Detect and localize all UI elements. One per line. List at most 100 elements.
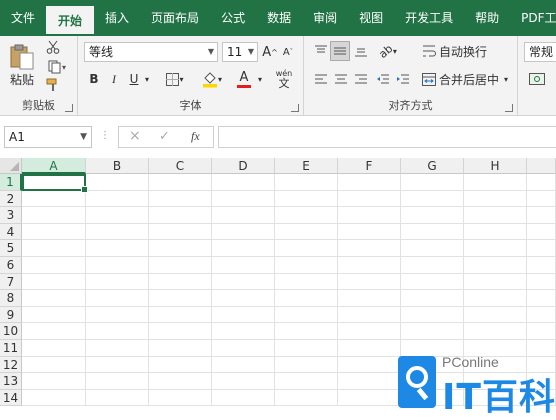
grid-cell[interactable]: [401, 240, 464, 257]
align-center-button[interactable]: [332, 70, 350, 88]
name-box[interactable]: A1 ▼: [4, 126, 92, 148]
decrease-indent-button[interactable]: [374, 70, 392, 88]
grid-cell[interactable]: [86, 356, 149, 374]
copy-button[interactable]: ▾: [44, 58, 70, 76]
row-header[interactable]: 8: [0, 290, 22, 307]
grid-cell[interactable]: [275, 356, 338, 374]
align-right-button[interactable]: [352, 70, 370, 88]
grid-cell[interactable]: [212, 257, 275, 274]
align-top-button[interactable]: [312, 42, 330, 60]
tab-page-layout[interactable]: 页面布局: [140, 0, 210, 36]
grid-cell[interactable]: [401, 323, 464, 340]
grid-cell[interactable]: [464, 174, 527, 191]
grid-cell[interactable]: [22, 373, 86, 390]
grid-cell[interactable]: [86, 273, 149, 291]
grid-cell[interactable]: [86, 190, 149, 208]
row-header[interactable]: 9: [0, 306, 22, 324]
grid-cell[interactable]: [86, 389, 149, 407]
cancel-icon[interactable]: ×: [129, 128, 141, 144]
grid-cell[interactable]: [527, 323, 556, 340]
grid-cell[interactable]: [212, 306, 275, 324]
tab-developer[interactable]: 开发工具: [394, 0, 464, 36]
grid-cell[interactable]: [22, 340, 86, 357]
grid-cell[interactable]: [86, 290, 149, 307]
grid-cell[interactable]: [149, 240, 212, 257]
grid-cell[interactable]: [464, 257, 527, 274]
alignment-launcher-icon[interactable]: [505, 104, 513, 112]
grid-cell[interactable]: [464, 306, 527, 324]
grid-cell[interactable]: [464, 323, 527, 340]
grid-cell[interactable]: [86, 306, 149, 324]
italic-button[interactable]: I: [106, 70, 122, 88]
grid-cell[interactable]: [464, 290, 527, 307]
clipboard-launcher-icon[interactable]: [65, 104, 73, 112]
grid-cell[interactable]: [275, 290, 338, 307]
grid-cell[interactable]: [275, 223, 338, 241]
column-header[interactable]: B: [86, 158, 149, 174]
tab-home[interactable]: 开始: [46, 6, 95, 36]
grid-cell[interactable]: [275, 389, 338, 407]
row-header[interactable]: 2: [0, 190, 22, 208]
grid-cell[interactable]: [149, 306, 212, 324]
grid-cell[interactable]: [527, 174, 556, 191]
grid-cell[interactable]: [275, 257, 338, 274]
grid-cell[interactable]: [338, 190, 401, 208]
active-cell-a1[interactable]: [22, 174, 88, 193]
grid-cell[interactable]: [212, 373, 275, 390]
tab-view[interactable]: 视图: [348, 0, 394, 36]
accounting-format-button[interactable]: [526, 70, 548, 88]
grid-cell[interactable]: [86, 323, 149, 340]
grid-cell[interactable]: [401, 174, 464, 191]
grid-cell[interactable]: [275, 240, 338, 257]
wrap-text-button[interactable]: 自动换行: [422, 42, 506, 60]
row-header[interactable]: 10: [0, 323, 22, 340]
borders-button[interactable]: ▾: [162, 70, 188, 88]
grid-cell[interactable]: [527, 273, 556, 291]
grid-cell[interactable]: [22, 207, 86, 224]
grid-cell[interactable]: [22, 389, 86, 407]
grid-cell[interactable]: [527, 207, 556, 224]
underline-dropdown-icon[interactable]: ▾: [142, 70, 152, 88]
grid-cell[interactable]: [212, 340, 275, 357]
format-painter-button[interactable]: [44, 76, 62, 94]
grid-cell[interactable]: [212, 356, 275, 374]
grid-cell[interactable]: [212, 323, 275, 340]
grid-cell[interactable]: [86, 257, 149, 274]
row-header[interactable]: 4: [0, 223, 22, 241]
grid-cell[interactable]: [275, 340, 338, 357]
fill-color-button[interactable]: ▾: [198, 68, 226, 90]
tab-help[interactable]: 帮助: [464, 0, 510, 36]
column-header[interactable]: E: [275, 158, 338, 174]
underline-button[interactable]: U: [126, 70, 142, 88]
align-bottom-button[interactable]: [352, 42, 370, 60]
grid-cell[interactable]: [149, 373, 212, 390]
grid-cell[interactable]: [22, 223, 86, 241]
formula-input[interactable]: [218, 126, 556, 148]
enter-icon[interactable]: ✓: [159, 129, 170, 144]
grid-cell[interactable]: [212, 223, 275, 241]
grid-cell[interactable]: [401, 207, 464, 224]
align-middle-button[interactable]: [330, 41, 350, 61]
grid-cell[interactable]: [275, 306, 338, 324]
number-format-dropdown[interactable]: 常规: [524, 42, 556, 62]
grid-cell[interactable]: [338, 290, 401, 307]
insert-function-button[interactable]: fx: [191, 129, 200, 144]
select-all-button[interactable]: [0, 158, 22, 174]
grid-cell[interactable]: [275, 190, 338, 208]
grid-cell[interactable]: [338, 207, 401, 224]
row-header[interactable]: 1: [0, 174, 22, 191]
grid-cell[interactable]: [527, 290, 556, 307]
grid-cell[interactable]: [86, 207, 149, 224]
grid-cell[interactable]: [464, 223, 527, 241]
grid-cell[interactable]: [401, 290, 464, 307]
grid-cell[interactable]: [212, 290, 275, 307]
grid-cell[interactable]: [22, 323, 86, 340]
font-name-dropdown[interactable]: 等线 ▼: [84, 42, 218, 62]
grid-cell[interactable]: [338, 223, 401, 241]
grid-cell[interactable]: [149, 290, 212, 307]
grid-cell[interactable]: [338, 306, 401, 324]
grid-cell[interactable]: [22, 190, 86, 208]
grid-cell[interactable]: [464, 240, 527, 257]
tab-pdf-tools[interactable]: PDF工具集: [510, 0, 556, 36]
grid-cell[interactable]: [212, 273, 275, 291]
